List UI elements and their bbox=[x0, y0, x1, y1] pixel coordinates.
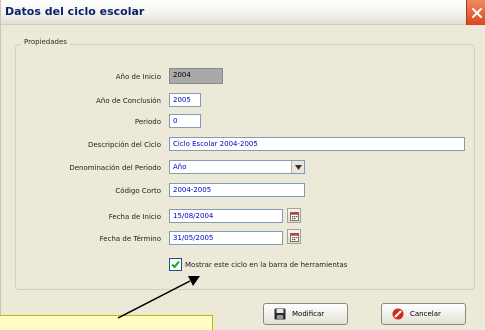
chevron-down-icon bbox=[294, 164, 302, 170]
modificar-label: Modificar bbox=[292, 310, 325, 318]
denominacion-dropdown-button[interactable] bbox=[291, 161, 304, 173]
checkmark-icon bbox=[171, 260, 180, 269]
fecha-inicio-field[interactable]: 15/08/2004 bbox=[169, 209, 283, 223]
cancelar-label: Cancelar bbox=[410, 310, 441, 318]
label-periodo: Periodo bbox=[134, 118, 161, 126]
cancel-icon bbox=[392, 308, 404, 320]
calendar-icon bbox=[289, 232, 299, 242]
label-codigo-corto: Código Corto bbox=[115, 187, 161, 195]
calendar-icon bbox=[289, 211, 299, 221]
modificar-button[interactable]: Modificar bbox=[263, 303, 348, 325]
annotation-callout bbox=[0, 315, 213, 330]
save-disk-icon bbox=[274, 308, 286, 320]
periodo-field[interactable]: 0 bbox=[169, 114, 201, 128]
show-in-toolbar-label[interactable]: Mostrar este ciclo en la barra de herram… bbox=[185, 261, 347, 269]
close-button[interactable] bbox=[466, 0, 485, 25]
anio-conclusion-field[interactable]: 2005 bbox=[169, 93, 201, 107]
fecha-inicio-calendar-button[interactable] bbox=[287, 208, 301, 223]
label-fecha-termino: Fecha de Término bbox=[99, 235, 161, 243]
cancelar-button[interactable]: Cancelar bbox=[381, 303, 466, 325]
label-fecha-inicio: Fecha de Inicio bbox=[108, 213, 161, 221]
denominacion-select[interactable]: Año bbox=[169, 160, 305, 174]
label-anio-inicio: Año de Inicio bbox=[115, 73, 161, 81]
show-in-toolbar-checkbox[interactable] bbox=[169, 258, 182, 271]
title-bar[interactable]: Datos del ciclo escolar bbox=[1, 0, 485, 25]
window-title: Datos del ciclo escolar bbox=[5, 5, 145, 18]
properties-legend: Propiedades bbox=[21, 38, 70, 46]
fecha-termino-calendar-button[interactable] bbox=[287, 229, 301, 244]
descripcion-field[interactable]: Ciclo Escolar 2004-2005 bbox=[169, 137, 465, 151]
close-x-icon bbox=[471, 7, 482, 18]
label-descripcion: Descripción del Ciclo bbox=[87, 141, 161, 149]
label-anio-conclusion: Año de Conclusión bbox=[96, 97, 161, 105]
codigo-corto-field[interactable]: 2004-2005 bbox=[169, 183, 305, 197]
fecha-termino-field[interactable]: 31/05/2005 bbox=[169, 231, 283, 245]
label-denominacion: Denominación del Periodo bbox=[69, 164, 161, 172]
anio-inicio-field: 2004 bbox=[169, 68, 223, 84]
dialog-window: Datos del ciclo escolar Propiedades Año … bbox=[0, 0, 485, 330]
